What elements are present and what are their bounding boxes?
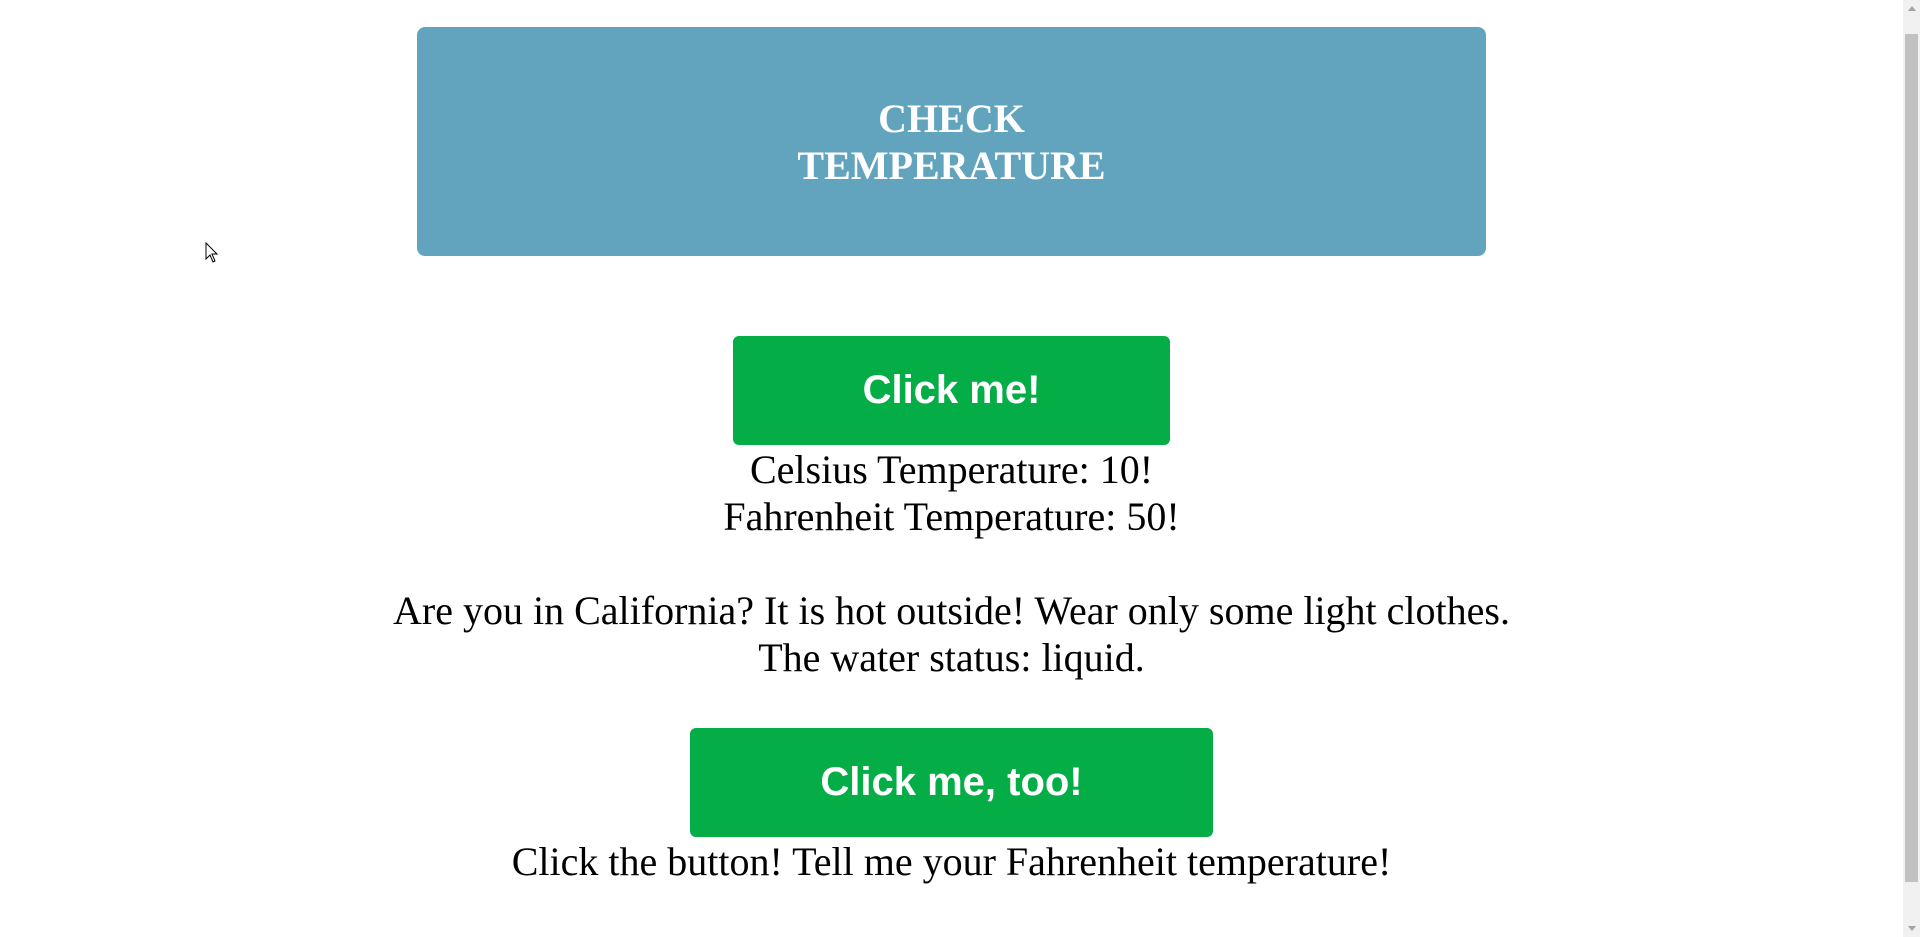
page: CHECK TEMPERATURE Click me! Celsius Temp…	[0, 0, 1903, 937]
california-advice-text: Are you in California? It is hot outside…	[393, 588, 1510, 633]
fahrenheit-temperature-text: Fahrenheit Temperature: 50!	[723, 494, 1180, 539]
scroll-up-button[interactable]	[1903, 0, 1920, 17]
vertical-scrollbar[interactable]	[1903, 0, 1920, 937]
page-title: CHECK TEMPERATURE	[797, 95, 1106, 188]
celsius-temperature-text: Celsius Temperature: 10!	[749, 447, 1154, 492]
chevron-down-icon	[1907, 926, 1916, 931]
scrollbar-thumb[interactable]	[1905, 34, 1918, 882]
header-banner: CHECK TEMPERATURE	[417, 27, 1486, 256]
water-status-text: The water status: liquid.	[758, 635, 1145, 680]
click-me-too-button[interactable]: Click me, too!	[690, 728, 1213, 837]
chevron-up-icon	[1907, 6, 1916, 11]
fahrenheit-prompt-text: Click the button! Tell me your Fahrenhei…	[511, 839, 1392, 884]
click-me-button[interactable]: Click me!	[733, 336, 1170, 445]
mouse-pointer-icon	[205, 242, 219, 263]
scroll-down-button[interactable]	[1903, 920, 1920, 937]
